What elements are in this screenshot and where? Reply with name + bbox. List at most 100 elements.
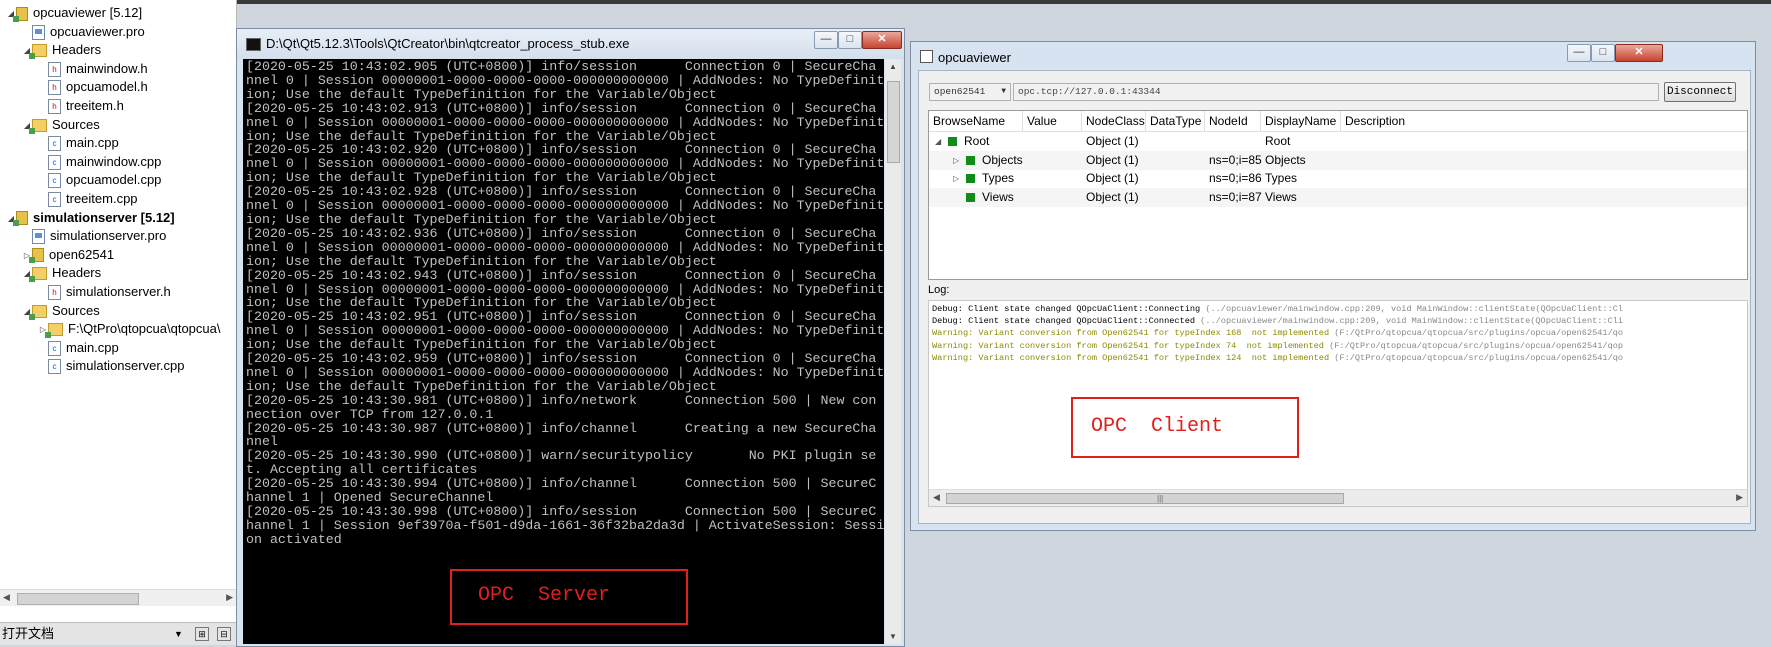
minimize-button[interactable]: — xyxy=(814,31,838,49)
server-url-input[interactable]: opc.tcp://127.0.0.1:43344 xyxy=(1013,83,1659,101)
log-message: Warning: Variant conversion from Open625… xyxy=(932,340,1324,351)
console-title-bar[interactable]: D:\Qt\Qt5.12.3\Tools\QtCreator\bin\qtcre… xyxy=(237,29,904,59)
cell-browsename: Types xyxy=(982,171,1015,185)
column-header-nodeid[interactable]: NodeId xyxy=(1205,111,1261,131)
log-line: Debug: Client state changed QOpcUaClient… xyxy=(932,315,1623,327)
console-vertical-scrollbar[interactable]: ▲ ▼ xyxy=(885,59,901,644)
project-tree-item-label: simulationserver.h xyxy=(66,284,171,299)
client-title: opcuaviewer xyxy=(938,50,1011,65)
project-tree-item[interactable]: c simulationserver.cpp xyxy=(0,355,185,376)
node-tree-view[interactable]: BrowseName Value NodeClass DataType Node… xyxy=(928,110,1748,280)
log-label: Log: xyxy=(928,284,950,296)
tree-header: BrowseName Value NodeClass DataType Node… xyxy=(929,111,1747,132)
project-tree-item-label: Sources xyxy=(52,116,100,132)
opc-client-annotation: OPC Client xyxy=(1071,397,1299,458)
tree-row[interactable]: Views Object (1) ns=0;i=87 Views xyxy=(929,187,1747,207)
expand-arrow-icon[interactable]: ▷ xyxy=(953,169,959,188)
cell-nodeclass: Object (1) xyxy=(1086,189,1139,204)
project-tree-item-label: main.cpp xyxy=(66,135,119,151)
folder-icon xyxy=(29,304,47,320)
scrollbar-thumb[interactable] xyxy=(17,593,139,605)
chevron-down-icon[interactable]: ▼ xyxy=(174,623,183,645)
console-output: [2020-05-25 10:43:02.905 (UTC+0800)] inf… xyxy=(243,59,884,644)
project-tree-item-label: simulationserver.cpp xyxy=(66,358,185,374)
scroll-up-icon[interactable]: ▲ xyxy=(889,62,897,71)
project-tree-item-label: Headers xyxy=(52,265,102,281)
scrollbar-thumb[interactable]: ||| xyxy=(946,493,1344,504)
object-node-icon xyxy=(948,137,957,146)
expand-arrow-icon[interactable]: ▷ xyxy=(953,151,959,170)
desktop-background xyxy=(0,0,1771,4)
log-line: Debug: Client state changed QOpcUaClient… xyxy=(932,303,1623,315)
column-header-displayname[interactable]: DisplayName xyxy=(1261,111,1341,131)
cell-nodeid: ns=0;i=86 xyxy=(1209,171,1262,185)
log-message: Warning: Variant conversion from Open625… xyxy=(932,352,1330,363)
log-source: (../opcuaviewer/mainwindow.cpp:209, void… xyxy=(1195,316,1624,327)
project-tree-item-label: opcuamodel.h xyxy=(66,79,148,95)
log-source: (../opcuaviewer/mainwindow.cpp:209, void… xyxy=(1200,304,1624,314)
backend-select[interactable]: open62541 ▼ xyxy=(929,83,1011,101)
opcuaviewer-window: opcuaviewer — □ ✕ open62541 ▼ opc.tcp://… xyxy=(910,41,1756,531)
disconnect-button[interactable]: Disconnect xyxy=(1664,82,1736,102)
log-horizontal-scrollbar[interactable]: ◀ ||| ▶ xyxy=(929,489,1747,506)
project-tree-item-label: mainwindow.h xyxy=(66,60,148,76)
cell-nodeid: ns=0;i=85 xyxy=(1209,152,1262,167)
console-title: D:\Qt\Qt5.12.3\Tools\QtCreator\bin\qtcre… xyxy=(266,36,630,51)
open-documents-bar[interactable]: 打开文档 ▼ ⊞ ⊟ xyxy=(0,622,236,645)
project-tree-item-label: open62541 xyxy=(49,246,115,262)
close-icon: ✕ xyxy=(1634,46,1644,58)
maximize-button[interactable]: □ xyxy=(838,31,862,49)
column-header-description[interactable]: Description xyxy=(1341,111,1747,131)
column-header-browsename[interactable]: BrowseName xyxy=(929,111,1023,131)
column-header-value[interactable]: Value xyxy=(1023,111,1082,131)
log-source: (F:/QtPro/qtopcua/qtopcua/src/plugins/op… xyxy=(1329,352,1624,363)
object-node-icon xyxy=(966,155,975,165)
object-node-icon xyxy=(966,174,975,183)
client-title-bar[interactable]: opcuaviewer — □ ✕ xyxy=(911,42,1755,70)
pro-file-icon xyxy=(32,229,45,245)
folder-icon xyxy=(29,118,47,134)
log-message: Debug: Client state changed QOpcUaClient… xyxy=(932,304,1201,314)
minimize-icon: — xyxy=(820,33,832,45)
folder-icon xyxy=(45,323,63,339)
column-header-datatype[interactable]: DataType xyxy=(1146,111,1205,131)
cell-displayname: Objects xyxy=(1265,152,1306,167)
maximize-button[interactable]: □ xyxy=(1591,44,1615,62)
minimize-button[interactable]: — xyxy=(1567,44,1591,62)
tree-row[interactable]: ▷ Objects Object (1) ns=0;i=85 Objects xyxy=(929,150,1747,170)
column-header-nodeclass[interactable]: NodeClass xyxy=(1082,111,1146,131)
cell-nodeclass: Object (1) xyxy=(1086,171,1139,185)
tree-row[interactable]: ▷ Types Object (1) ns=0;i=86 Types xyxy=(929,169,1747,188)
object-node-icon xyxy=(966,192,975,202)
expand-arrow-icon[interactable]: ◢ xyxy=(935,132,941,151)
scroll-right-icon[interactable]: ▶ xyxy=(226,592,233,603)
log-message: Warning: Variant conversion from Open625… xyxy=(932,328,1330,339)
close-button[interactable]: ✕ xyxy=(862,31,902,49)
project-tree-item-label: treeitem.h xyxy=(66,98,124,113)
split-icon[interactable]: ⊞ xyxy=(195,627,209,641)
scrollbar-thumb[interactable] xyxy=(887,81,900,163)
project-tree-horizontal-scrollbar[interactable]: ◀ ▶ xyxy=(0,589,236,606)
project-tree-item-label: Sources xyxy=(52,302,100,318)
project-tree-item-label: opcuamodel.cpp xyxy=(66,172,162,188)
cpp-file-icon: c xyxy=(48,173,61,189)
project-tree-item-label: simulationserver.pro xyxy=(50,228,167,244)
cpp-file-icon: c xyxy=(48,136,61,152)
scroll-right-icon[interactable]: ▶ xyxy=(1736,492,1743,503)
scroll-left-icon[interactable]: ◀ xyxy=(933,492,940,503)
project-icon xyxy=(29,248,44,264)
project-icon xyxy=(13,211,28,227)
scroll-down-icon[interactable]: ▼ xyxy=(889,632,897,641)
scroll-left-icon[interactable]: ◀ xyxy=(3,592,10,603)
project-tree-item-label: opcuaviewer.pro xyxy=(50,23,145,39)
open-documents-label: 打开文档 xyxy=(2,626,55,641)
log-line: Warning: Variant conversion from Open625… xyxy=(932,340,1623,352)
chevron-down-icon: ▼ xyxy=(1001,87,1006,96)
close-pane-icon[interactable]: ⊟ xyxy=(217,627,231,641)
close-button[interactable]: ✕ xyxy=(1615,44,1663,62)
tree-row[interactable]: ◢ Root Object (1) Root xyxy=(929,132,1747,151)
project-tree-item-label: simulationserver [5.12] xyxy=(33,209,175,225)
log-line: Warning: Variant conversion from Open625… xyxy=(932,352,1623,364)
log-message: Debug: Client state changed QOpcUaClient… xyxy=(932,316,1196,327)
cell-nodeclass: Object (1) xyxy=(1086,152,1139,167)
